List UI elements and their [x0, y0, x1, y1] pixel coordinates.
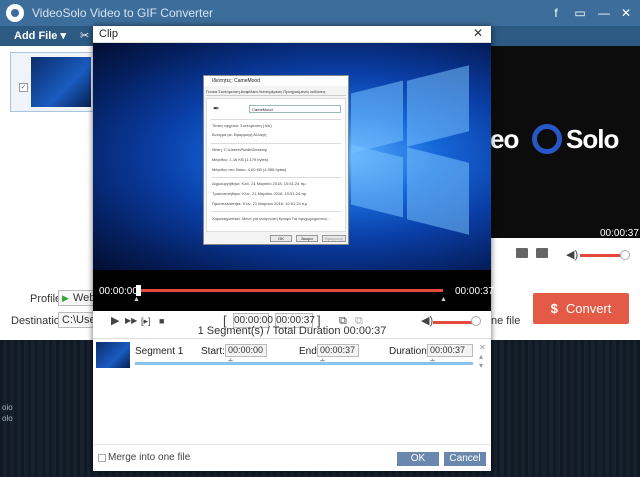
start-marker-icon[interactable]: ▲ — [133, 296, 140, 303]
merge-one-file-text: ne file — [491, 315, 521, 327]
video-frame: Ιδιότητες: CameMood Γενικά Συντόμευση Ασ… — [93, 43, 491, 270]
segment-side-icons[interactable]: ✕ ▴ ▾ — [479, 343, 486, 370]
destination-field[interactable]: C:\Users\ — [58, 312, 98, 328]
properties-tabs: Γενικά Συντόμευση Ασφάλεια Λεπτομέρειες … — [206, 88, 346, 96]
merge-checkbox[interactable] — [98, 454, 106, 462]
properties-apply-button: Εφαρμογή — [322, 235, 346, 242]
divider — [211, 177, 341, 178]
divider — [211, 119, 341, 120]
clip-dialog: Clip ✕ Ιδιότητες: CameMood Γενικά Συντόμ… — [93, 26, 494, 471]
preview-controls: ◀) — [490, 238, 640, 284]
ok-button[interactable]: OK — [397, 452, 439, 466]
convert-icon: $ — [550, 301, 558, 316]
preview-volume-slider[interactable] — [580, 254, 624, 257]
timeline-end-time: 00:00:37 — [455, 286, 494, 297]
properties-row: Μέγεθος στο δίσκο: 4,00 KB (4.096 bytes) — [212, 167, 287, 172]
brand-logo-icon — [532, 124, 562, 154]
windows-logo-pane — [351, 80, 403, 154]
properties-row: Άνοιγμα με: Εφαρμογή Αλλαγή — [212, 132, 267, 137]
divider — [211, 143, 341, 144]
properties-row: Θέση: C:\Users\Public\Desktop — [212, 147, 268, 152]
segment-duration-label: Duration: — [389, 346, 430, 357]
brand-text-left: eo — [490, 124, 519, 154]
segment-thumbnail — [96, 342, 130, 368]
properties-row: Τροποποιήθηκε: Κλιν, 21 Μαρτίου 2018, 10… — [212, 191, 307, 196]
folder-icon[interactable] — [536, 248, 548, 258]
properties-row: Χαρακτηριστικά: Μόνο για ανάγνωση Κρυφό … — [212, 216, 331, 221]
desktop-text: oio olo — [2, 403, 13, 423]
properties-row: Τύπος αρχείου: Συντόμευση (.lnk) — [212, 123, 272, 128]
segment-row[interactable]: Segment 1 Start: 00:00:00 ÷ End: 00:00:3… — [95, 341, 489, 371]
windows-logo-pane — [407, 147, 469, 235]
brand-text-right: Solo — [566, 124, 619, 154]
properties-row: Μέγεθος: 1,16 KB (1.179 bytes) — [212, 157, 269, 162]
segment-start-label: Start: — [201, 346, 225, 357]
properties-name-field: CameMood — [249, 105, 341, 113]
videosolo-logo-icon — [6, 4, 24, 22]
properties-body: ✒ CameMood Τύπος αρχείου: Συντόμευση (.l… — [206, 98, 346, 232]
divider — [211, 211, 341, 212]
volume-icon[interactable]: ◀) — [566, 248, 578, 261]
clip-footer: Merge into one file OK Cancel — [93, 444, 491, 471]
properties-title: Ιδιότητες: CameMood — [204, 76, 348, 86]
segment-duration-stepper[interactable]: 00:00:37 ÷ — [427, 344, 473, 366]
profile-select[interactable]: WebM — [58, 290, 105, 306]
clip-title: Clip — [99, 28, 118, 40]
feedback-icon[interactable]: ▭ — [572, 5, 588, 21]
segment-name: Segment 1 — [135, 346, 184, 357]
app-titlebar: VideoSolo Video to GIF Converter f ▭ — ✕ — [0, 0, 640, 26]
segment-end-stepper[interactable]: 00:00:37 ÷ — [317, 344, 359, 366]
video-player[interactable]: Ιδιότητες: CameMood Γενικά Συντόμευση Ασ… — [93, 43, 494, 311]
file-list-item[interactable]: ✓ — [10, 52, 94, 112]
segment-summary: 1 Segment(s) / Total Duration 00:00:37 — [197, 325, 387, 337]
clip-titlebar: Clip ✕ — [93, 26, 491, 43]
timeline-track[interactable] — [137, 289, 443, 292]
facebook-icon[interactable]: f — [548, 5, 564, 21]
preview-panel: eo Solo 00:00:37 — [490, 46, 640, 239]
snapshot-icon[interactable] — [516, 248, 528, 258]
add-file-button[interactable]: Add File ▾ — [14, 29, 66, 42]
file-checkbox[interactable]: ✓ — [19, 83, 28, 92]
properties-row: Προσπελάστηκε: Κλιν, 21 Μαρτίου 2018, 10… — [212, 201, 307, 206]
close-app-icon[interactable]: ✕ — [618, 5, 634, 21]
properties-cancel-button: Άκυρο — [296, 235, 318, 242]
windows-properties-dialog: Ιδιότητες: CameMood Γενικά Συντόμευση Ασ… — [203, 75, 349, 245]
windows-logo-pane — [351, 144, 403, 218]
clip-tool-icon[interactable]: ✂ — [80, 29, 89, 42]
segment-start-stepper[interactable]: 00:00:00 ÷ — [225, 344, 267, 366]
close-clip-icon[interactable]: ✕ — [473, 26, 483, 40]
merge-label: Merge into one file — [108, 452, 191, 463]
timeline-playhead[interactable] — [136, 285, 141, 296]
segment-list: Segment 1 Start: 00:00:00 ÷ End: 00:00:3… — [93, 338, 491, 444]
cancel-button[interactable]: Cancel — [444, 452, 486, 466]
app-title: VideoSolo Video to GIF Converter — [32, 6, 213, 20]
clip-timeline: 00:00:00 ▲ ▲ 00:00:37 — [93, 270, 494, 311]
windows-logo-pane — [407, 65, 469, 147]
preview-volume-knob[interactable] — [620, 250, 630, 260]
properties-row: Δημιουργήθηκε: Κλιν, 21 Μαρτίου 2018, 10… — [212, 181, 306, 186]
minimize-icon[interactable]: — — [596, 5, 612, 21]
end-marker-icon[interactable]: ▲ — [440, 296, 447, 303]
shortcut-icon: ✒ — [213, 104, 220, 113]
properties-ok-button: OK — [270, 235, 292, 242]
segment-range-bar — [135, 362, 473, 365]
convert-button[interactable]: $ Convert — [533, 293, 629, 324]
convert-label: Convert — [565, 301, 612, 316]
file-thumbnail — [31, 57, 91, 107]
